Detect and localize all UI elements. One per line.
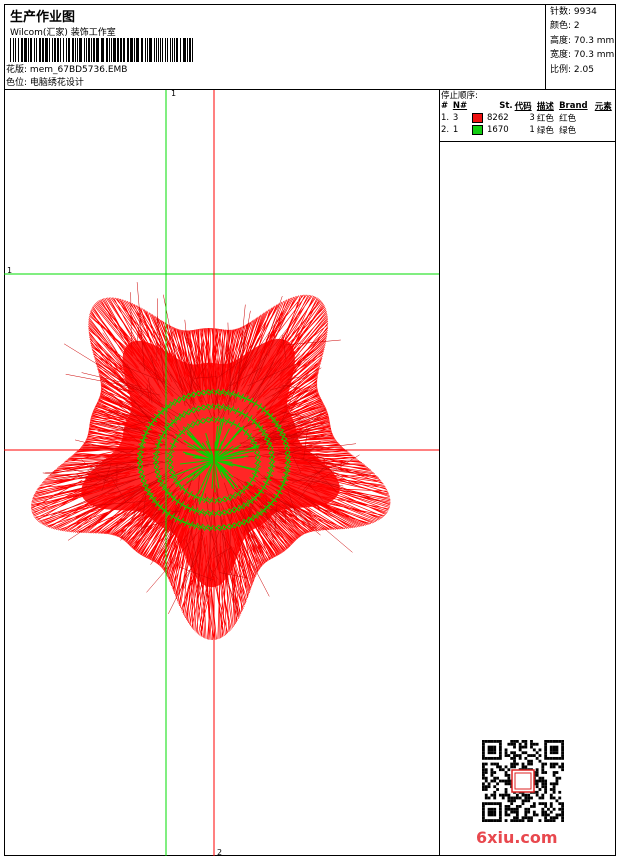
stat-ratio: 比例: 2.05: [550, 64, 594, 75]
stat-stitches: 针数: 9934: [550, 7, 597, 17]
table-row: 2. 1 1670 1 绿色 绿色: [440, 124, 616, 136]
row-element: [594, 124, 616, 136]
guide-label-top: 1: [171, 90, 176, 98]
table-row: 1. 3 8262 3 红色 红色: [440, 112, 616, 124]
row-st: 1670: [487, 125, 509, 135]
qr-code: [482, 740, 564, 822]
barcode: [10, 38, 193, 62]
stat-colors: 颜色: 2: [550, 21, 580, 32]
worksheet-header: 生产作业图 Wilcom(汇家) 装饰工作室 花版: mem_67BD5736.…: [4, 4, 616, 90]
design-stats: 针数: 9934 颜色: 2 高度: 70.3 mm 宽度: 70.3 mm 比…: [545, 4, 616, 90]
col-code: 代码: [514, 102, 532, 112]
color-swatch: [471, 112, 483, 123]
guide-label-bottom: 2: [217, 848, 222, 856]
col-no: N#: [452, 101, 468, 111]
color-label: 色位:: [6, 78, 28, 88]
color-line: 色位: 电脑绣花设计: [6, 75, 84, 88]
table-divider: [440, 141, 616, 142]
color-swatch: [471, 124, 483, 135]
guide-label-left: 1: [7, 266, 12, 275]
row-element: [594, 112, 616, 124]
col-brand: Brand: [559, 101, 588, 111]
col-desc: 描述: [536, 102, 554, 112]
design-name: mem_67BD5736.EMB: [29, 65, 128, 75]
row-no: 3: [452, 113, 459, 123]
watermark-logo: 6xiu.com: [476, 828, 558, 847]
stop-sequence-table: # N# St. 代码 描述 Brand 元素 1. 3 8262 3 红色 红…: [440, 100, 616, 136]
row-num: 1.: [441, 113, 450, 123]
col-element: 元素: [594, 102, 612, 112]
row-swatch: [471, 124, 486, 136]
row-desc: 绿色: [536, 126, 554, 136]
stat-width: 宽度: 70.3 mm: [550, 50, 615, 61]
row-brand: 红色: [559, 114, 577, 124]
row-num: 2.: [441, 125, 450, 135]
col-swatch: [471, 100, 486, 112]
row-brand: 绿色: [559, 126, 577, 136]
row-code: 3: [529, 113, 535, 123]
color-value: 电脑绣花设计: [29, 78, 84, 88]
row-no: 1: [452, 125, 459, 135]
row-desc: 红色: [536, 114, 554, 124]
design-line: 花版: mem_67BD5736.EMB: [6, 62, 127, 75]
company-name: Wilcom(汇家) 装饰工作室: [10, 28, 116, 38]
design-label: 花版:: [6, 65, 28, 75]
row-swatch: [471, 112, 486, 124]
row-st: 8262: [487, 113, 509, 123]
stat-height: 高度: 70.3 mm: [550, 35, 615, 46]
col-st: St.: [499, 101, 513, 111]
flower-design: 1 1 2: [4, 90, 439, 856]
embroidery-preview: 1 1 2: [4, 90, 440, 856]
table-header-row: # N# St. 代码 描述 Brand 元素: [440, 100, 616, 112]
page-title: 生产作业图: [10, 10, 76, 25]
col-num: #: [441, 101, 449, 111]
row-code: 1: [529, 125, 535, 135]
